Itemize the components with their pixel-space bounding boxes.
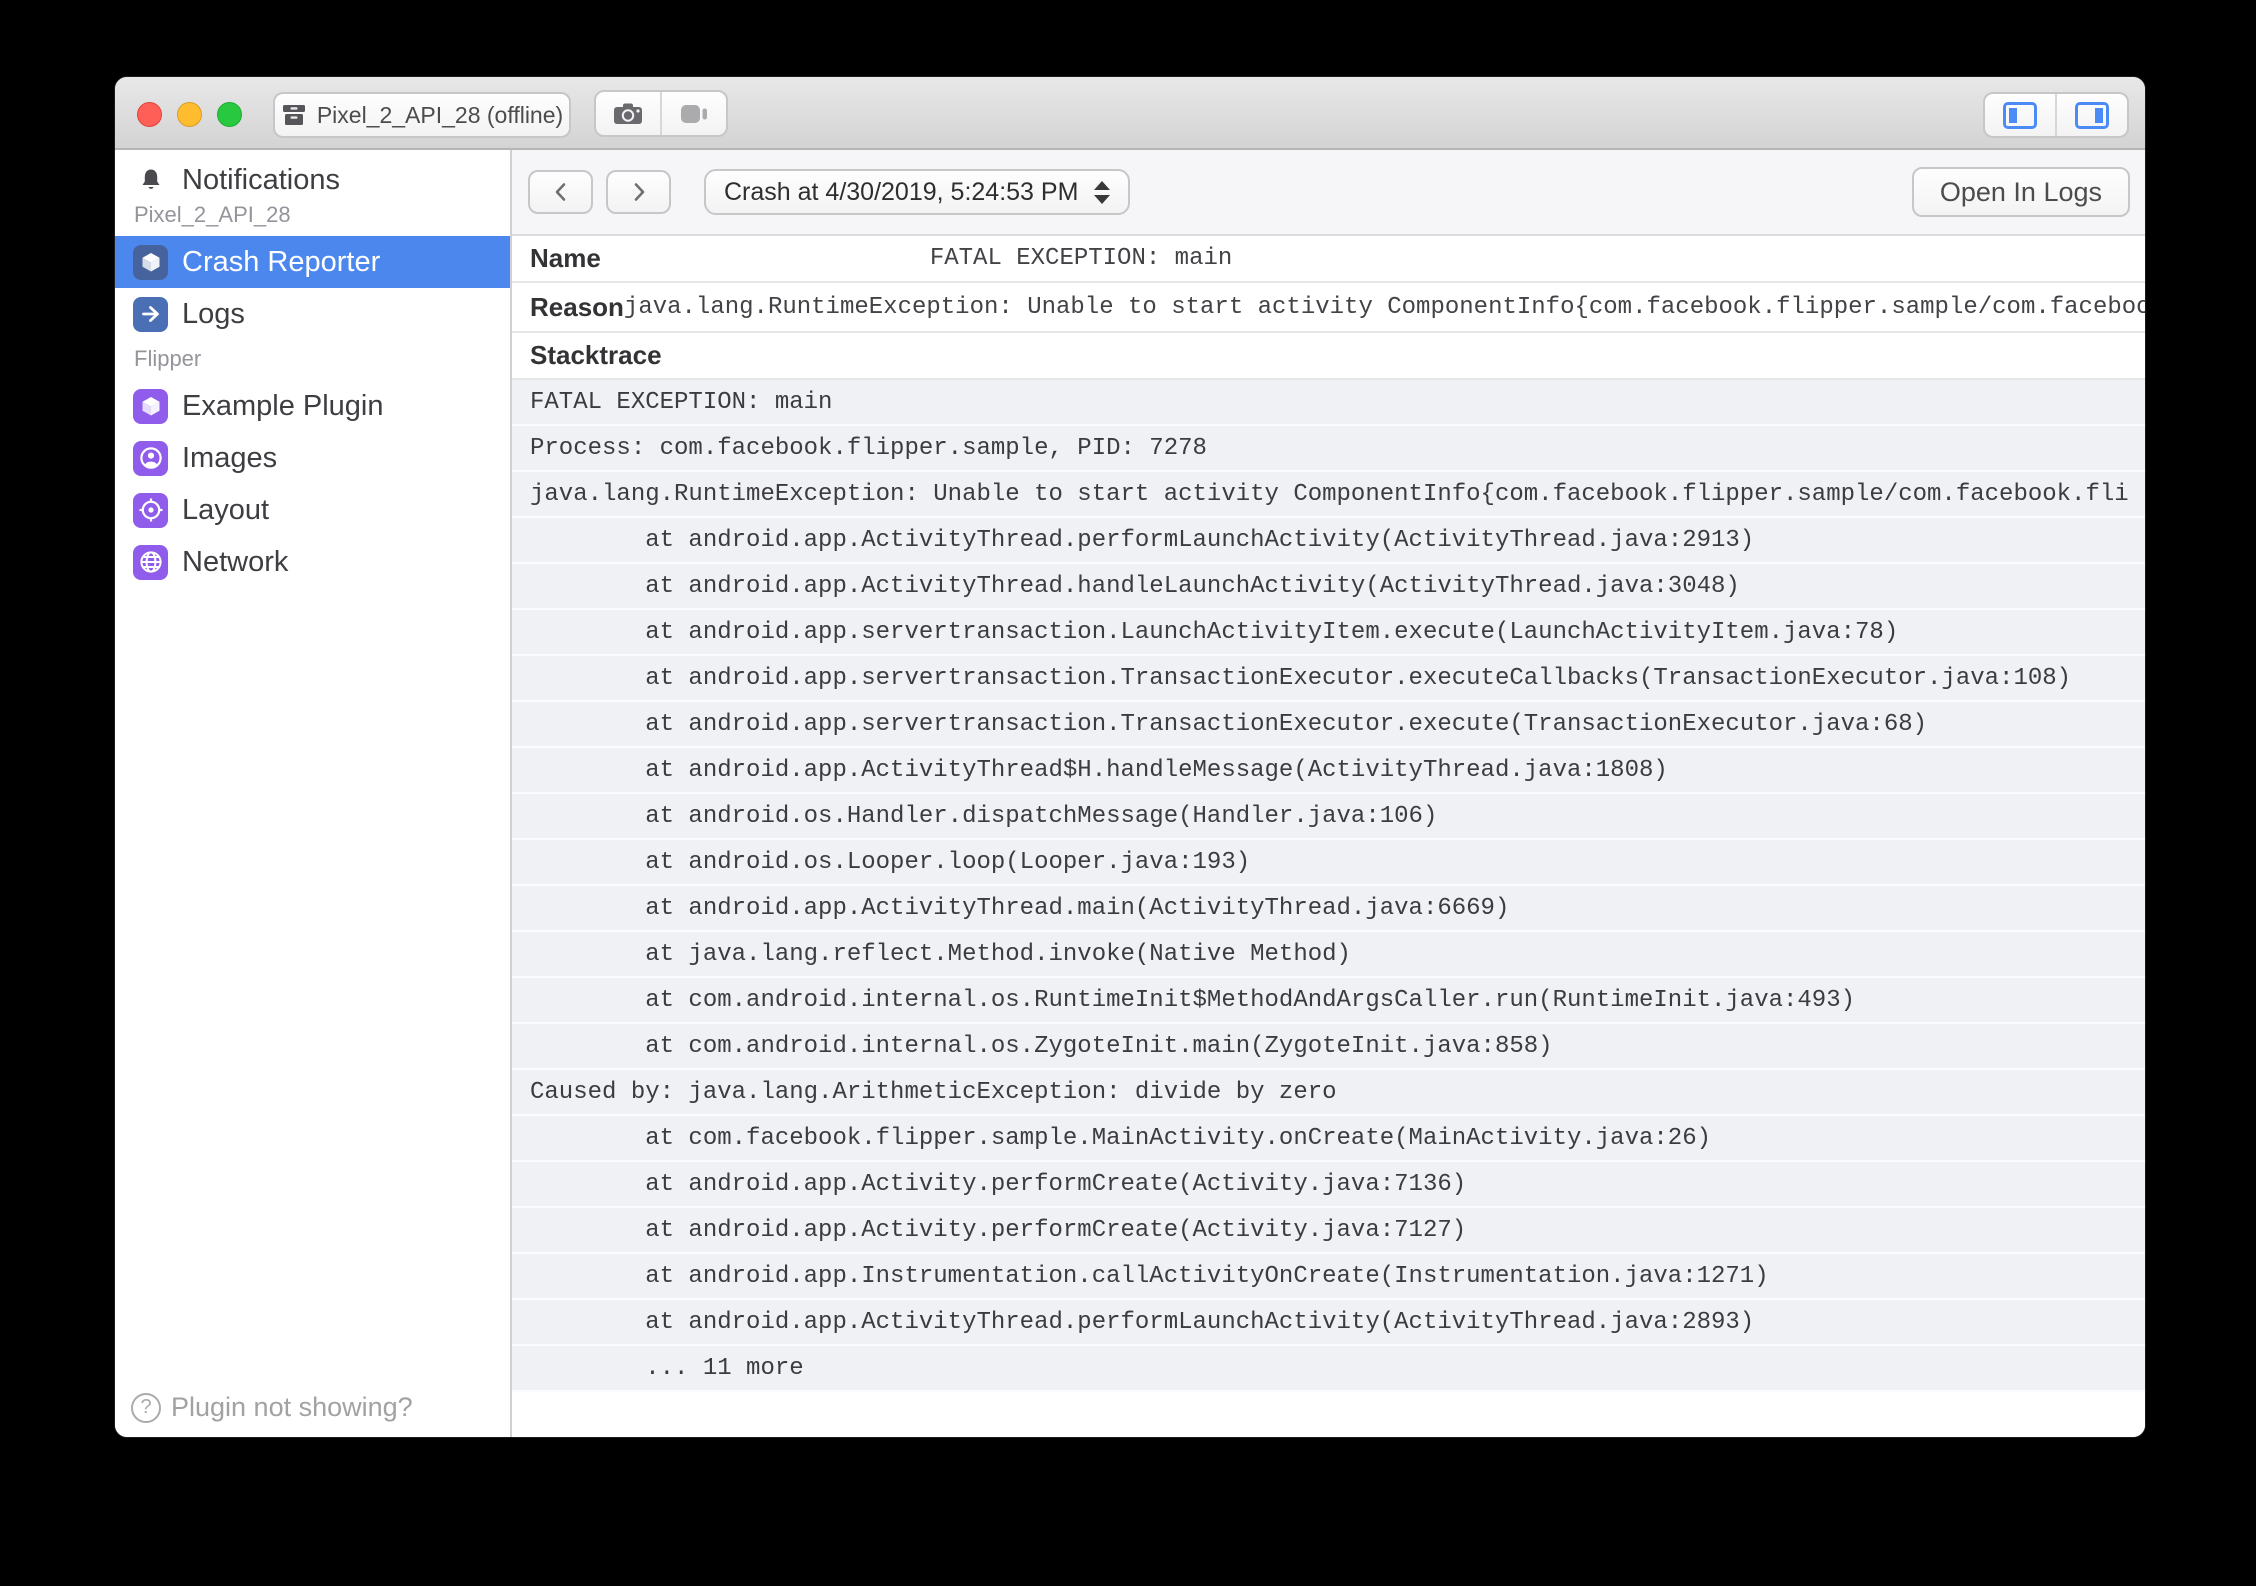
crash-details: Name FATAL EXCEPTION: main Reason java.l… [512, 236, 2145, 1437]
right-sidebar-toggle-icon [2075, 102, 2109, 129]
stacktrace-line: java.lang.RuntimeException: Unable to st… [512, 472, 2145, 518]
crash-reason-value: java.lang.RuntimeException: Unable to st… [624, 294, 2145, 321]
cube-icon [133, 245, 168, 280]
sidebar-item-layout[interactable]: Layout [115, 484, 510, 536]
device-selector-button[interactable]: Pixel_2_API_28 (offline) [273, 92, 571, 138]
stacktrace-line: at java.lang.reflect.Method.invoke(Nativ… [512, 932, 2145, 978]
plugin-help-label: Plugin not showing? [171, 1392, 413, 1423]
chevron-right-icon [629, 181, 649, 203]
crash-selector-dropdown[interactable]: Crash at 4/30/2019, 5:24:53 PM [704, 169, 1130, 215]
target-icon [133, 493, 168, 528]
close-button[interactable] [137, 102, 162, 127]
sidebar-section-flipper: Flipper [115, 340, 510, 380]
capture-button-group [594, 90, 728, 137]
sidebar-item-label: Layout [182, 494, 269, 527]
stacktrace-line: at android.os.Looper.loop(Looper.java:19… [512, 840, 2145, 886]
stacktrace-line: at com.android.internal.os.RuntimeInit$M… [512, 978, 2145, 1024]
stacktrace-line: at android.app.ActivityThread$H.handleMe… [512, 748, 2145, 794]
stacktrace-line: at com.android.internal.os.ZygoteInit.ma… [512, 1024, 2145, 1070]
zoom-button[interactable] [217, 102, 242, 127]
select-arrows-icon [1094, 181, 1110, 204]
stacktrace-line: at com.facebook.flipper.sample.MainActiv… [512, 1116, 2145, 1162]
stacktrace-line: Caused by: java.lang.ArithmeticException… [512, 1070, 2145, 1116]
crash-reason-row: Reason java.lang.RuntimeException: Unabl… [512, 283, 2145, 333]
person-circle-icon [133, 441, 168, 476]
sidebar-item-label: Logs [182, 298, 245, 331]
sidebar-item-notifications[interactable]: Notifications [115, 154, 510, 206]
open-in-logs-button[interactable]: Open In Logs [1912, 167, 2130, 217]
stacktrace-line: FATAL EXCEPTION: main [512, 380, 2145, 426]
sidebar-item-label: Network [182, 546, 288, 579]
titlebar: Pixel_2_API_28 (offline) [115, 77, 2145, 150]
stacktrace-header-label: Stacktrace [530, 340, 662, 371]
next-crash-button[interactable] [606, 170, 671, 214]
sidebar-item-network[interactable]: Network [115, 536, 510, 588]
plugin-help-link[interactable]: ? Plugin not showing? [131, 1392, 413, 1423]
bell-icon [133, 163, 168, 198]
sidebar-item-label: Notifications [182, 164, 340, 197]
camera-icon [612, 100, 644, 128]
stacktrace-line: at android.os.Handler.dispatchMessage(Ha… [512, 794, 2145, 840]
screenshot-button[interactable] [596, 92, 660, 135]
cube-icon [133, 389, 168, 424]
sidebar-item-crash-reporter[interactable]: Crash Reporter [115, 236, 510, 288]
sidebar-item-images[interactable]: Images [115, 432, 510, 484]
stacktrace-line: at android.app.Activity.performCreate(Ac… [512, 1208, 2145, 1254]
previous-crash-button[interactable] [528, 170, 593, 214]
stacktrace-line: ... 11 more [512, 1346, 2145, 1392]
left-sidebar-toggle-icon [2003, 102, 2037, 129]
sidebar-item-label: Crash Reporter [182, 246, 380, 279]
stacktrace-line: at android.app.ActivityThread.handleLaun… [512, 564, 2145, 610]
arrow-right-icon [133, 297, 168, 332]
sidebar-item-logs[interactable]: Logs [115, 288, 510, 340]
stacktrace-header-row: Stacktrace [512, 333, 2145, 380]
stacktrace-line: at android.app.servertransaction.LaunchA… [512, 610, 2145, 656]
crash-reason-label: Reason [530, 292, 624, 323]
crash-name-label: Name [530, 243, 601, 274]
crash-name-row: Name FATAL EXCEPTION: main [512, 236, 2145, 283]
crash-selector-value: Crash at 4/30/2019, 5:24:53 PM [724, 178, 1078, 207]
plugin-sidebar: Notifications Pixel_2_API_28 Crash Repor… [115, 150, 512, 1437]
crash-toolbar: Crash at 4/30/2019, 5:24:53 PM Open In L… [512, 150, 2145, 236]
screen-record-button[interactable] [660, 92, 726, 135]
stacktrace-line: at android.app.ActivityThread.performLau… [512, 1300, 2145, 1346]
crash-name-value: FATAL EXCEPTION: main [930, 245, 1232, 272]
sidebar-item-label: Example Plugin [182, 390, 384, 423]
globe-icon [133, 545, 168, 580]
window-controls [137, 102, 242, 127]
device-title: Pixel_2_API_28 (offline) [317, 102, 563, 129]
chevron-left-icon [551, 181, 571, 203]
sidebar-item-example-plugin[interactable]: Example Plugin [115, 380, 510, 432]
stacktrace-line: at android.app.ActivityThread.main(Activ… [512, 886, 2145, 932]
stacktrace-line: Process: com.facebook.flipper.sample, PI… [512, 426, 2145, 472]
stacktrace-line: at android.app.Instrumentation.callActiv… [512, 1254, 2145, 1300]
main-panel: Crash at 4/30/2019, 5:24:53 PM Open In L… [512, 150, 2145, 1437]
stacktrace-line: at android.app.ActivityThread.performLau… [512, 518, 2145, 564]
archive-box-icon [281, 103, 307, 127]
stacktrace-line: at android.app.servertransaction.Transac… [512, 656, 2145, 702]
sidebar-item-label: Images [182, 442, 277, 475]
question-circle-icon: ? [131, 1393, 161, 1423]
toggle-left-sidebar-button[interactable] [1985, 94, 2055, 136]
panel-toggle-group [1983, 92, 2129, 138]
stacktrace-line: at android.app.servertransaction.Transac… [512, 702, 2145, 748]
video-camera-icon [678, 101, 710, 127]
sidebar-section-device: Pixel_2_API_28 [115, 206, 510, 236]
minimize-button[interactable] [177, 102, 202, 127]
flipper-window: Pixel_2_API_28 (offline) [115, 77, 2145, 1437]
toggle-right-sidebar-button[interactable] [2055, 94, 2127, 136]
stacktrace-line: at android.app.Activity.performCreate(Ac… [512, 1162, 2145, 1208]
